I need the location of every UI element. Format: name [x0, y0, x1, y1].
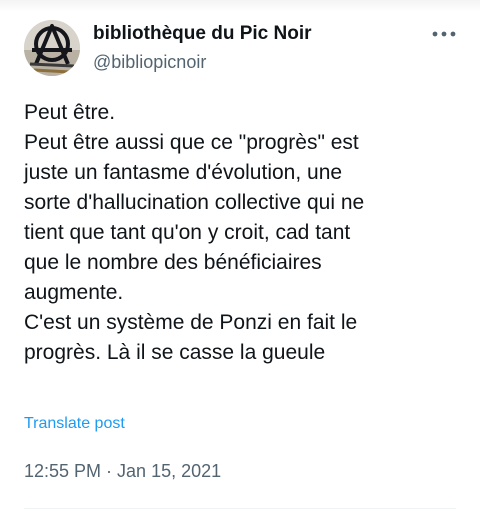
translate-post-link[interactable]: Translate post	[24, 414, 125, 434]
tweet-text: Peut être. Peut être aussi que ce "progr…	[24, 98, 464, 368]
more-options-icon	[432, 31, 456, 37]
tweet-text-line: Peut être.	[24, 101, 116, 124]
tweet: bibliothèque du Pic Noir @bibliopicnoir …	[0, 0, 480, 511]
post-timestamp[interactable]: 12:55 PM · Jan 15, 2021	[24, 459, 221, 483]
tweet-text-line: juste un fantasme d'évolution, une	[24, 161, 343, 184]
tweet-text-line: que le nombre des bénéficiaires	[24, 251, 322, 274]
author-info: bibliothèque du Pic Noir @bibliopicnoir	[93, 22, 312, 74]
tweet-text-line: augmente.	[24, 281, 124, 304]
tweet-text-line: tient que tant qu'on y croit, cad tant	[24, 221, 351, 244]
tweet-text-line: Peut être aussi que ce "progrès" est	[24, 131, 359, 154]
tweet-text-line: sorte d'hallucination collective qui ne	[24, 191, 365, 214]
divider	[24, 508, 456, 509]
tweet-text-line: C'est un système de Ponzi en fait le	[24, 311, 358, 334]
author-display-name[interactable]: bibliothèque du Pic Noir	[93, 22, 312, 46]
tweet-text-line: progrès. Là il se casse la gueule	[24, 341, 326, 364]
avatar[interactable]	[24, 20, 80, 76]
more-options-button[interactable]	[428, 24, 460, 44]
author-handle[interactable]: @bibliopicnoir	[93, 50, 312, 74]
anarchy-symbol-icon	[24, 20, 80, 76]
